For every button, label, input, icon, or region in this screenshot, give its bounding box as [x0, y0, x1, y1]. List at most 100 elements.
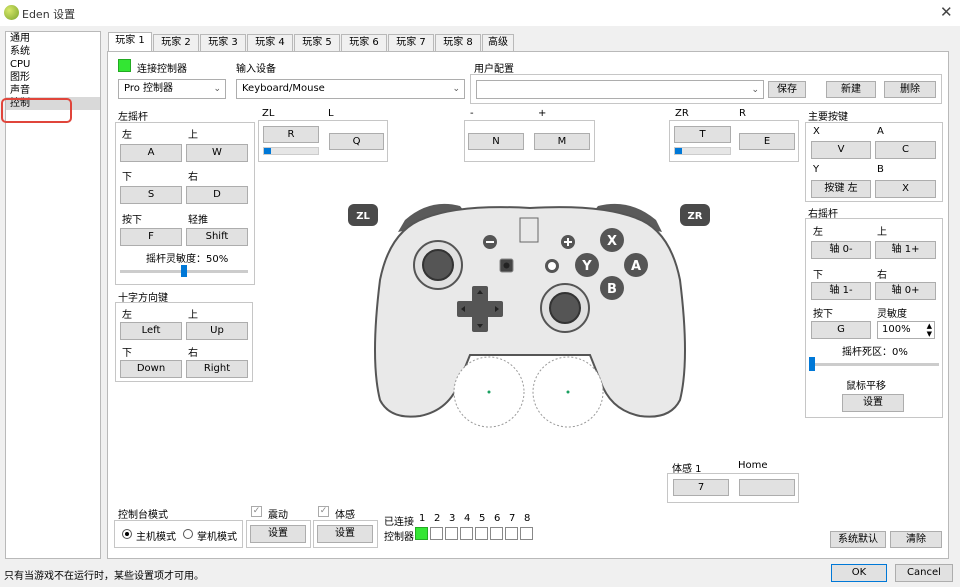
player-num-1: 1	[419, 513, 426, 524]
tab-player-6[interactable]: 玩家 6	[341, 34, 387, 51]
right-stick-deadzone-handle[interactable]	[809, 357, 815, 371]
left-stick-press-button[interactable]: F	[120, 228, 182, 246]
save-profile-button[interactable]: 保存	[768, 81, 806, 98]
vibration-checkbox[interactable]: ✓	[251, 506, 262, 517]
left-stick-title: 左摇杆	[118, 112, 148, 123]
zl-button[interactable]: R	[263, 126, 319, 143]
controller-type-value: Pro 控制器	[124, 83, 174, 94]
player-4-connected-indicator[interactable]	[460, 527, 473, 540]
face-x-label: X	[813, 126, 820, 137]
motion-settings-button[interactable]: 设置	[317, 525, 373, 543]
dpad-down-label: 下	[122, 348, 132, 359]
connected-label: 已连接	[384, 517, 414, 528]
a-button-text: A	[631, 259, 641, 274]
tab-player-2[interactable]: 玩家 2	[153, 34, 199, 51]
l-button[interactable]: Q	[329, 133, 384, 150]
zr-button[interactable]: T	[674, 126, 731, 143]
sidebar-item-audio[interactable]: 声音	[6, 84, 100, 97]
left-stick-up-button[interactable]: W	[186, 144, 248, 162]
face-x-button[interactable]: V	[811, 141, 871, 159]
player-3-connected-indicator[interactable]	[445, 527, 458, 540]
player-8-connected-indicator[interactable]	[520, 527, 533, 540]
face-b-button[interactable]: X	[875, 180, 936, 198]
dpad-left-button[interactable]: Left	[120, 322, 182, 340]
dpad-right-button[interactable]: Right	[186, 360, 248, 378]
tab-player-3[interactable]: 玩家 3	[200, 34, 246, 51]
tab-player-1[interactable]: 玩家 1	[108, 32, 152, 52]
player-num-2: 2	[434, 513, 441, 524]
player-7-connected-indicator[interactable]	[505, 527, 518, 540]
motion-button[interactable]: 7	[673, 479, 729, 496]
sidebar-item-general[interactable]: 通用	[6, 32, 100, 45]
sidebar-item-cpu[interactable]: CPU	[6, 58, 100, 71]
ok-button[interactable]: OK	[831, 564, 887, 582]
face-y-button[interactable]: 按键 左	[811, 180, 871, 198]
player-2-connected-indicator[interactable]	[430, 527, 443, 540]
spin-arrows-icon[interactable]: ▲ ▼	[927, 322, 932, 338]
player-num-4: 4	[464, 513, 471, 524]
handheld-label: 掌机模式	[197, 532, 237, 543]
right-stick-down-button[interactable]: 轴 1-	[811, 282, 871, 300]
clear-button[interactable]: 清除	[890, 531, 942, 548]
input-device-select[interactable]: Keyboard/Mouse ⌄	[236, 79, 465, 99]
connect-controller-label: 连接控制器	[137, 64, 187, 75]
player-5-connected-indicator[interactable]	[475, 527, 488, 540]
handheld-radio[interactable]	[183, 529, 193, 539]
zr-threshold-bar[interactable]	[674, 147, 731, 155]
mouse-pan-settings-button[interactable]: 设置	[842, 394, 904, 412]
status-message: 只有当游戏不在运行时，某些设置项才可用。	[4, 571, 204, 582]
left-stick-up-label: 上	[188, 130, 198, 141]
tab-player-7[interactable]: 玩家 7	[388, 34, 434, 51]
r-button[interactable]: E	[739, 133, 795, 150]
mouse-pan-label: 鼠标平移	[846, 381, 886, 392]
zl-threshold-bar[interactable]	[263, 147, 319, 155]
docked-radio[interactable]	[122, 529, 132, 539]
left-stick-right-button[interactable]: D	[186, 186, 248, 204]
close-icon[interactable]: ✕	[940, 3, 953, 21]
minus-label: -	[470, 108, 474, 119]
tab-player-4[interactable]: 玩家 4	[247, 34, 293, 51]
minus-button[interactable]: N	[468, 133, 524, 150]
left-stick-sensitivity-label: 摇杆灵敏度：50%	[146, 254, 229, 265]
dpad-down-button[interactable]: Down	[120, 360, 182, 378]
player-num-6: 6	[494, 513, 501, 524]
sidebar-item-graphics[interactable]: 图形	[6, 71, 100, 84]
plus-button[interactable]: M	[534, 133, 590, 150]
zl-badge: ZL	[348, 204, 378, 226]
right-stick-up-label: 上	[877, 227, 887, 238]
left-stick-right-label: 右	[188, 172, 198, 183]
sidebar-item-system[interactable]: 系统	[6, 45, 100, 58]
x-button-text: X	[607, 234, 617, 249]
player-6-connected-indicator[interactable]	[490, 527, 503, 540]
player-num-3: 3	[449, 513, 456, 524]
player-1-connected-indicator[interactable]	[415, 527, 428, 540]
left-stick-modifier-button[interactable]: Shift	[186, 228, 248, 246]
zr-label: ZR	[675, 108, 689, 119]
left-stick-down-button[interactable]: S	[120, 186, 182, 204]
controller-type-select[interactable]: Pro 控制器 ⌄	[118, 79, 226, 99]
vibration-settings-button[interactable]: 设置	[250, 525, 306, 543]
tab-advanced[interactable]: 高级	[482, 34, 514, 51]
tab-player-5[interactable]: 玩家 5	[294, 34, 340, 51]
right-stick-right-button[interactable]: 轴 0+	[875, 282, 936, 300]
right-stick-press-button[interactable]: G	[811, 321, 871, 339]
tab-player-8[interactable]: 玩家 8	[435, 34, 481, 51]
system-defaults-button[interactable]: 系统默认	[830, 531, 886, 548]
right-stick-deadzone-slider[interactable]	[809, 363, 939, 366]
cancel-button[interactable]: Cancel	[895, 564, 953, 582]
right-stick-up-button[interactable]: 轴 1+	[875, 241, 936, 259]
face-a-button[interactable]: C	[875, 141, 936, 159]
user-config-select[interactable]: ⌄	[476, 80, 764, 99]
left-stick-left-button[interactable]: A	[120, 144, 182, 162]
dpad-up-button[interactable]: Up	[186, 322, 248, 340]
right-stick-right-label: 右	[877, 270, 887, 281]
home-button[interactable]	[739, 479, 795, 496]
left-stick-sensitivity-handle[interactable]	[181, 265, 187, 277]
motion-checkbox[interactable]: ✓	[318, 506, 329, 517]
new-profile-button[interactable]: 新建	[826, 81, 876, 98]
controller-illustration: ZL ZR X Y A B	[348, 203, 710, 428]
connect-controller-checkbox[interactable]	[118, 59, 131, 72]
right-stick-left-button[interactable]: 轴 0-	[811, 241, 871, 259]
delete-profile-button[interactable]: 删除	[884, 81, 936, 98]
right-stick-sensitivity-spinbox[interactable]: 100% ▲ ▼	[877, 321, 935, 339]
